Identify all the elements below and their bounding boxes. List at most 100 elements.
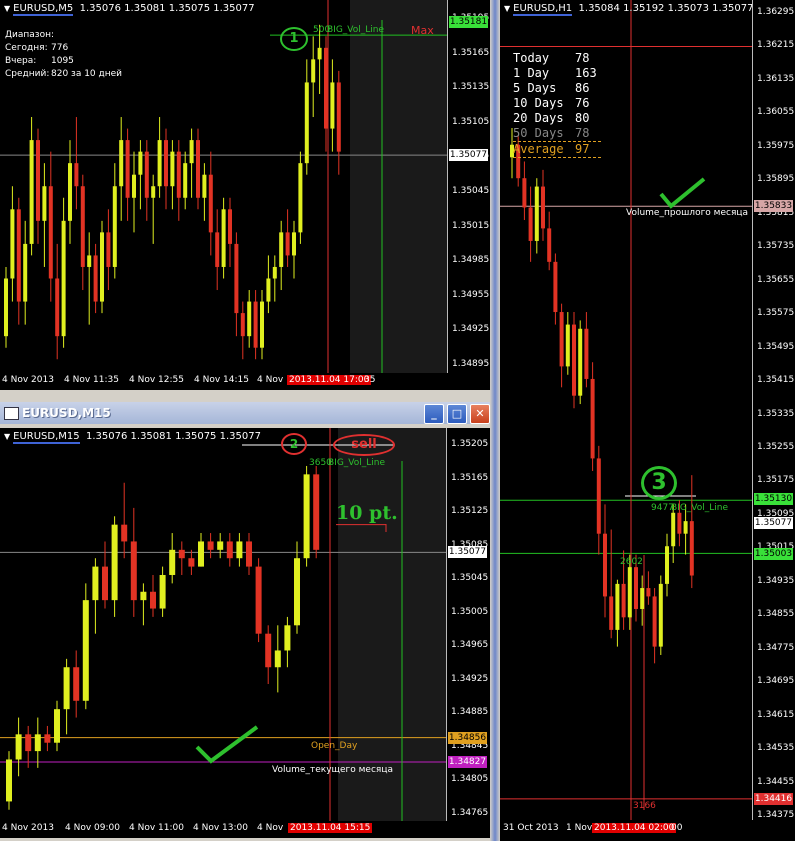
time-label: 4 Nov [257,823,284,833]
price-tick: 1.35045 [451,573,489,584]
candle [6,751,12,810]
candle [298,151,303,244]
h1-ohlc: 1.35084 1.35192 1.35073 1.35077 [578,3,752,14]
sell-label: sell [333,434,395,456]
candle [596,445,601,555]
price-tick: 1.35005 [451,606,489,617]
time-label: 4 Nov 12:55 [129,375,184,385]
m5-chart-area[interactable]: ▼ EURUSD,M5 1.35076 1.35081 1.35075 1.350… [0,0,447,373]
price-box-top: 1.35181 [449,16,488,28]
candle [324,36,328,152]
range-row: Вчера: 1095 [5,56,74,66]
price-tick: 1.35205 [451,439,489,449]
price-box-month: 1.34827 [448,756,487,768]
m5-range-info: Диапазон: Сегодня: 776 Вчера: 1095 Средний… [5,29,122,81]
candle [169,533,176,584]
m5-symbol: EURUSD,M5 [13,3,74,16]
price-tick: 1.35165 [452,47,490,58]
price-tick: 1.36055 [757,107,795,118]
ten-point-label: 10 pt. [336,502,398,524]
candle [80,174,85,291]
dropdown-arrow-icon[interactable]: ▼ [4,432,10,441]
price-tick: 1.35175 [757,475,795,486]
candle [272,255,277,302]
candle [150,574,156,617]
price-tick: 1.35495 [757,341,795,352]
open-day-label: Open_Day [311,741,358,751]
candle [106,209,111,291]
candle [202,163,207,221]
candle [234,232,239,337]
pane-divider[interactable] [490,0,500,841]
m15-time-axis: 4 Nov 2013 4 Nov 09:00 4 Nov 11:00 4 Nov… [0,823,446,836]
time-cursor-label: 2013.11.04 17:00 [287,375,372,385]
price-tick: 1.34925 [452,324,490,335]
candle [48,151,53,302]
candle [565,312,570,375]
candle [336,70,341,175]
h1-symbol-header: ▼ EURUSD,H1 1.35084 1.35192 1.35073 1.350… [504,3,752,16]
candle [29,117,34,256]
dropdown-arrow-icon[interactable]: ▼ [4,4,10,13]
price-tick: 1.34925 [451,673,489,684]
chart-window-m15: ▼ EURUSD,M15 1.35076 1.35081 1.35075 1.35… [0,428,491,838]
candle [138,140,143,210]
m15-symbol: EURUSD,M15 [13,431,80,444]
price-tick: 1.34805 [451,774,489,785]
price-tick: 1.36295 [757,7,795,17]
price-tick: 1.35125 [451,506,489,517]
candle [16,197,21,325]
price-tick: 1.35575 [757,308,795,319]
candle [609,529,614,639]
price-tick: 1.34695 [757,676,795,687]
candle [260,290,264,360]
m15-window-titlebar[interactable]: EURUSD,M15 _ □ ✕ [0,402,492,424]
stats-row: 50 Days 78 [513,126,590,140]
candle [559,303,564,388]
candle [183,151,188,210]
chart-window-h1: ▼ EURUSD,H1 1.35084 1.35192 1.35073 1.350… [500,0,795,841]
candle [68,140,72,244]
minimize-button[interactable]: _ [424,404,444,424]
price-tick: 1.34965 [451,640,489,651]
candle [226,533,233,567]
m15-chart-area[interactable]: ▼ EURUSD,M15 1.35076 1.35081 1.35075 1.35… [0,428,446,821]
maximize-button[interactable]: □ [447,404,467,424]
candle [55,243,60,360]
candle [4,266,8,348]
candle [10,186,15,302]
price-box-current: 1.35077 [448,546,487,558]
h1-price-axis: 1.36295 1.36215 1.36135 1.36055 1.35975 1.358… [752,0,795,820]
m5-symbol-header: ▼ EURUSD,M5 1.35076 1.35081 1.35075 1.350… [4,3,255,16]
candle [188,549,195,575]
price-tick: 1.34985 [452,255,490,266]
candle [111,516,118,617]
candle [553,253,558,325]
dropdown-arrow-icon[interactable]: ▼ [504,4,510,13]
time-label: 35 [364,375,376,385]
time-label: 4 Nov 13:00 [193,823,248,833]
candle [547,211,552,271]
candle [132,151,136,233]
candle [164,128,168,210]
stats-row: 20 Days 80 [513,111,590,125]
candle [42,163,47,267]
m5-price-axis: 1.351951.351651.351351.351051.350751.350… [447,0,491,373]
m15-big-vol-label: BIG_Vol_Line [328,458,386,468]
candle [646,571,651,605]
close-button[interactable]: ✕ [470,404,490,424]
price-tick: 1.36135 [757,73,795,84]
candle [303,465,310,567]
marker-2: 2 [281,433,307,455]
candle [285,209,290,267]
m5-ohlc: 1.35076 1.35081 1.35075 1.35077 [79,3,255,14]
price-tick: 1.34855 [757,609,795,620]
candle [671,504,676,563]
price-tick: 1.35105 [452,116,490,127]
daily-range-stats: Today 78 1 Day 163 5 Days 86 10 Days 76 20 D… [513,51,601,158]
candle [144,140,149,221]
candle [689,475,694,589]
m5-big-vol-label: BIG_Vol_Line [327,25,385,35]
candle [112,163,117,279]
candle [247,290,252,348]
